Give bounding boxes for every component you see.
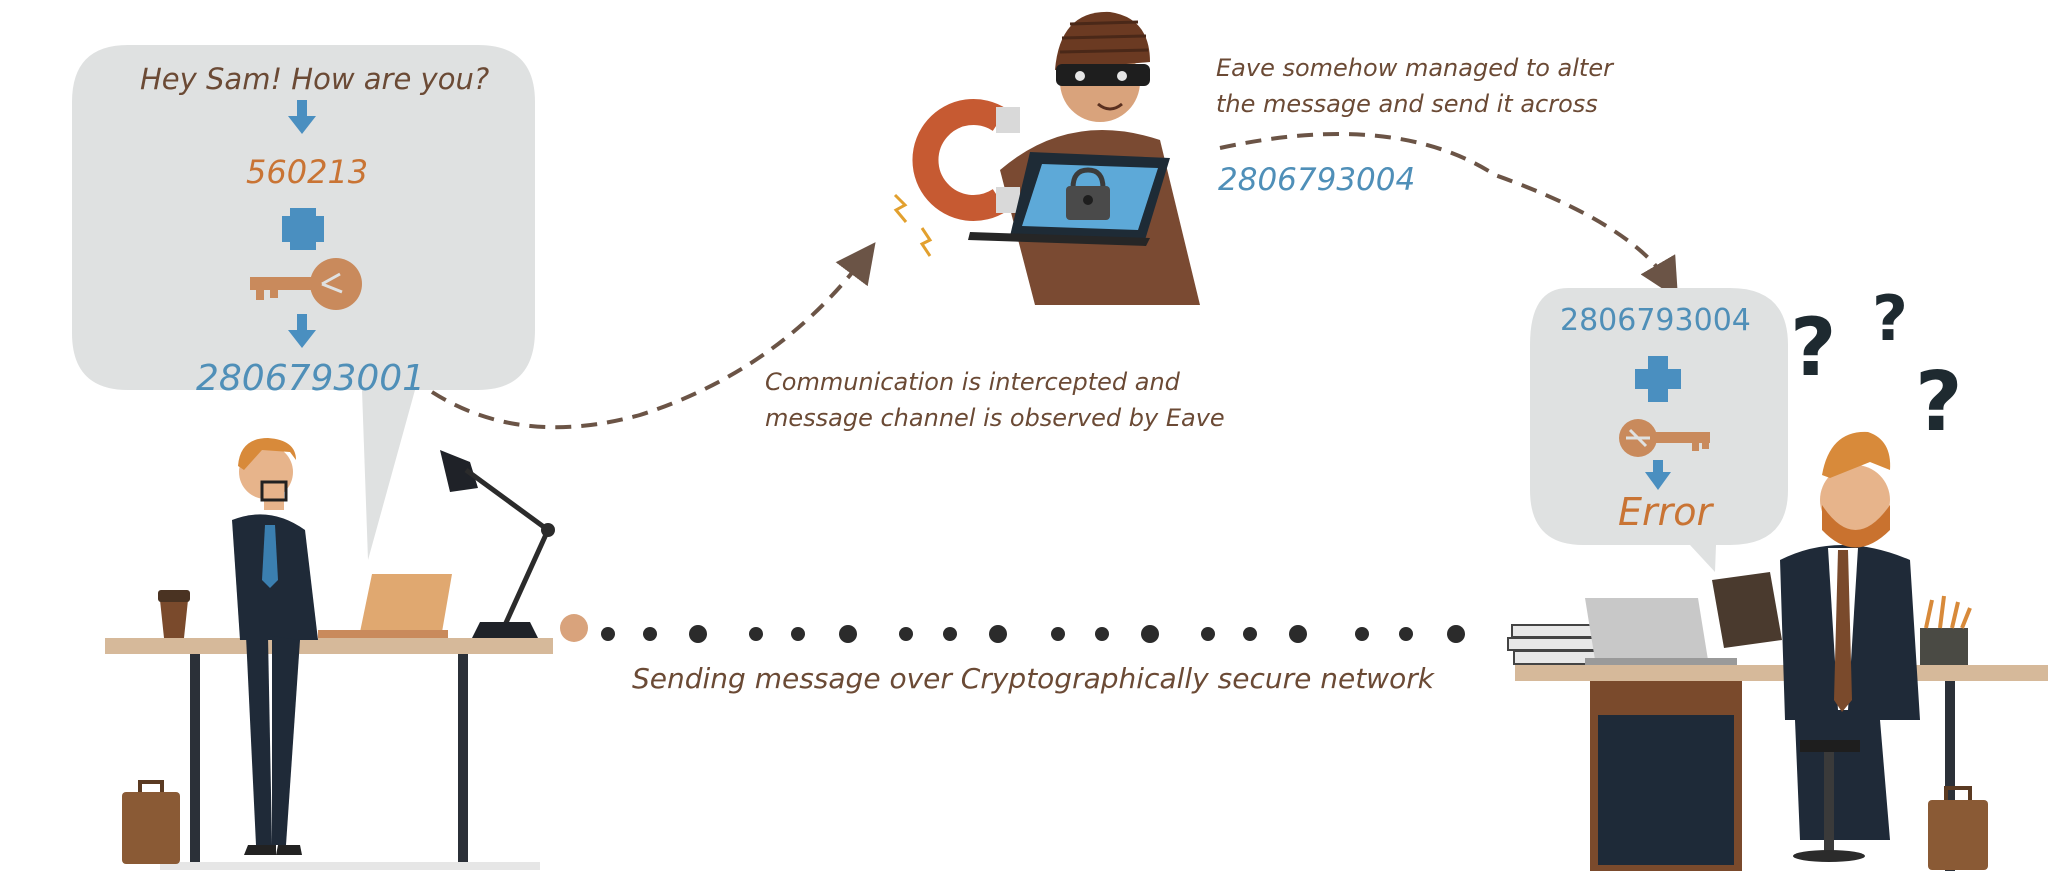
network-dots <box>560 614 1465 643</box>
crypto-diagram: ? ? ? Hey Sam! How are you? 560213 28067… <box>0 0 2048 880</box>
intercept-note-line-2: message channel is observed by Eave <box>765 404 1225 432</box>
question-mark-icon: ? <box>1790 301 1836 394</box>
altered-value: 2806793004 <box>1218 162 1416 198</box>
network-caption: Sending message over Cryptographically s… <box>632 662 1434 695</box>
encrypted-value: 2806793001 <box>196 358 426 399</box>
error-label: Error <box>1618 490 1713 534</box>
desk-lamp-icon <box>440 450 555 638</box>
encoded-value: 560213 <box>246 153 369 191</box>
attacker-note-line-1: Eave somehow managed to alter <box>1216 54 1613 82</box>
forward-arrow <box>1219 132 1679 299</box>
pencil-cup-icon <box>1920 595 1972 665</box>
laptop-icon <box>318 574 452 638</box>
diagram-canvas: ? ? ? <box>72 11 2048 871</box>
coffee-cup-icon <box>158 590 190 638</box>
received-value: 2806793004 <box>1560 303 1751 338</box>
sender-message: Hey Sam! How are you? <box>140 62 490 96</box>
question-mark-icon: ? <box>1872 282 1908 355</box>
intercept-note-line-1: Communication is intercepted and <box>765 368 1180 396</box>
laptop-icon <box>1585 598 1737 665</box>
question-mark-icon: ? <box>1915 355 1963 450</box>
briefcase-icon <box>122 780 180 864</box>
attacker-note-line-2: the message and send it across <box>1216 90 1598 118</box>
briefcase-icon <box>1928 786 1988 870</box>
